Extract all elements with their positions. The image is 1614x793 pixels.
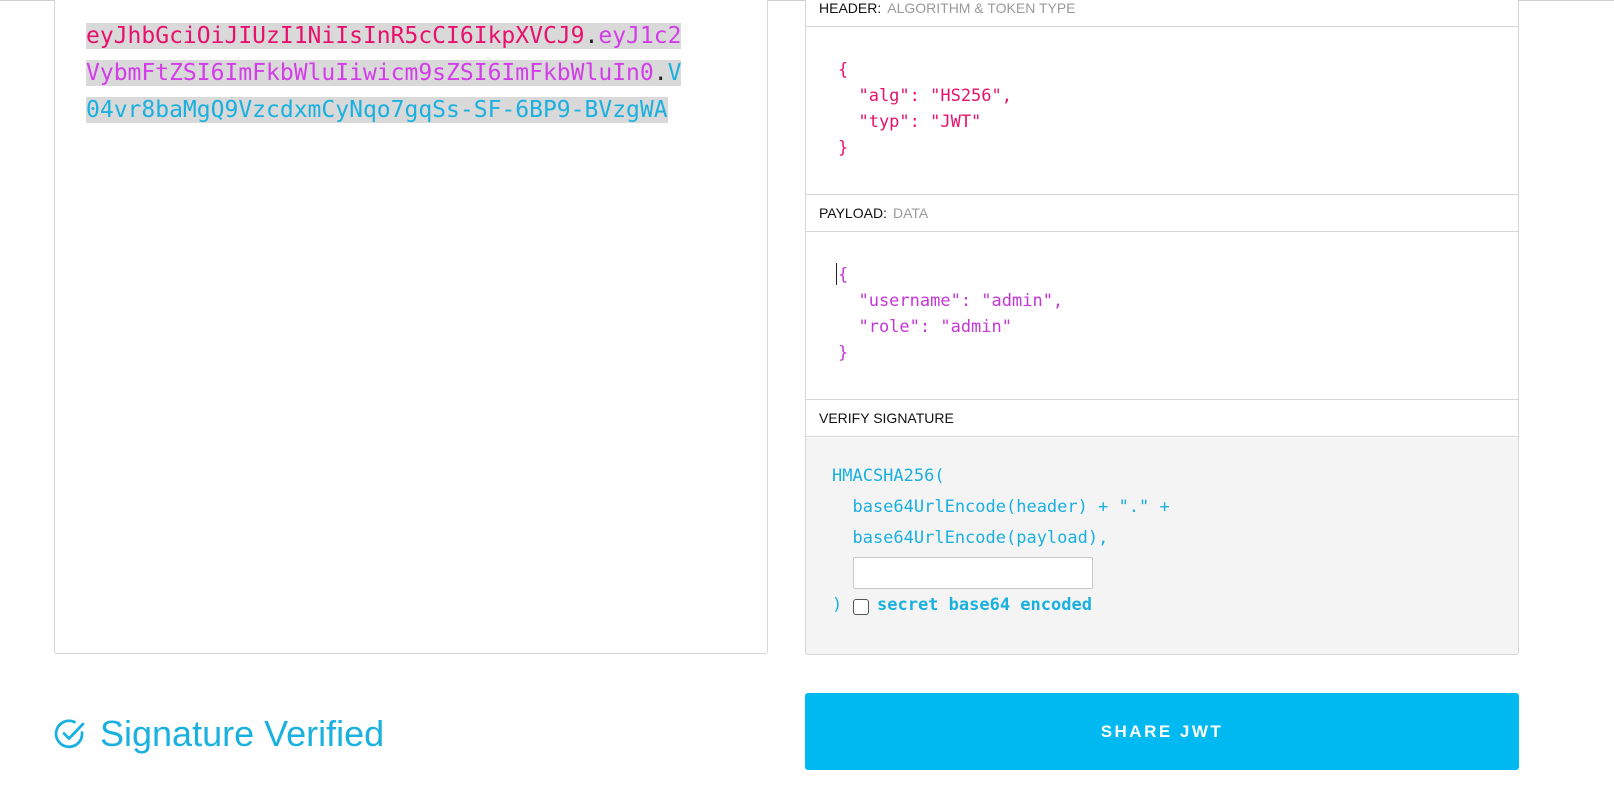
verify-closing-paren: ) bbox=[832, 595, 843, 615]
verify-line-payload: base64UrlEncode(payload), bbox=[832, 528, 1109, 548]
header-section-title: HEADER: ALGORITHM & TOKEN TYPE bbox=[806, 0, 1518, 27]
encoded-token-editor[interactable]: eyJhbGciOiJIUzI1NiIsInR5cCI6IkpXVCJ9.eyJ… bbox=[86, 18, 686, 129]
token-header-part: eyJhbGciOiJIUzI1NiIsInR5cCI6IkpXVCJ9 bbox=[86, 23, 585, 49]
payload-title: PAYLOAD: bbox=[819, 205, 887, 221]
payload-section-title: PAYLOAD: DATA bbox=[806, 195, 1518, 232]
header-json-editor[interactable]: { "alg": "HS256", "typ": "JWT" } bbox=[806, 27, 1518, 195]
check-circle-icon bbox=[54, 719, 85, 749]
verify-section-title: VERIFY SIGNATURE bbox=[806, 400, 1518, 437]
signature-status: Signature Verified bbox=[54, 712, 384, 756]
verify-line-hmac: HMACSHA256( bbox=[832, 466, 945, 486]
secret-base64-label[interactable]: secret base64 encoded bbox=[877, 595, 1092, 615]
payload-json: { "username": "admin", "role": "admin" } bbox=[838, 265, 1064, 363]
decoded-panel: HEADER: ALGORITHM & TOKEN TYPE { "alg": "… bbox=[805, 0, 1519, 655]
share-jwt-button[interactable]: SHARE JWT bbox=[805, 693, 1519, 770]
signature-status-text: Signature Verified bbox=[100, 713, 385, 754]
secret-input[interactable] bbox=[853, 557, 1093, 589]
verify-signature-body: HMACSHA256( base64UrlEncode(header) + ".… bbox=[806, 438, 1518, 654]
verify-title: VERIFY SIGNATURE bbox=[819, 410, 954, 426]
payload-json-editor[interactable]: { "username": "admin", "role": "admin" } bbox=[806, 232, 1518, 400]
secret-base64-checkbox[interactable] bbox=[853, 599, 869, 615]
header-title: HEADER: bbox=[819, 0, 882, 16]
token-dot: . bbox=[653, 60, 668, 86]
header-subtitle: ALGORITHM & TOKEN TYPE bbox=[887, 0, 1076, 16]
token-dot: . bbox=[584, 23, 599, 49]
header-json: { "alg": "HS256", "typ": "JWT" } bbox=[838, 60, 1012, 158]
verify-line-header: base64UrlEncode(header) + "." + bbox=[832, 497, 1170, 517]
encoded-panel: eyJhbGciOiJIUzI1NiIsInR5cCI6IkpXVCJ9.eyJ… bbox=[54, 0, 768, 654]
payload-subtitle: DATA bbox=[892, 205, 929, 221]
text-cursor bbox=[836, 263, 837, 285]
